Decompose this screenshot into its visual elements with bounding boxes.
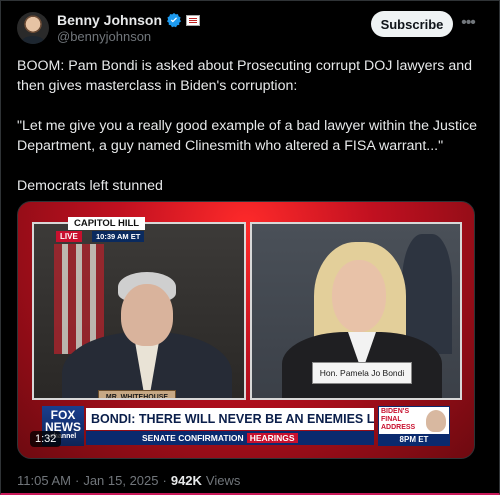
tweet-time[interactable]: 11:05 AM [17, 473, 71, 488]
views-count: 942K [170, 473, 202, 488]
promo-box: BIDEN'S FINAL ADDRESS 8PM ET [378, 406, 450, 446]
video-duration: 1:32 [30, 431, 62, 447]
promo-title: BIDEN'S FINAL ADDRESS [381, 408, 416, 431]
video-panel-right: Hon. Pamela Jo Bondi [250, 222, 462, 400]
video-panel-left: MR. WHITEHOUSE [32, 222, 246, 400]
verified-badge-icon[interactable] [166, 12, 182, 28]
author-row: Benny Johnson [57, 11, 201, 29]
more-icon[interactable]: ••• [459, 14, 477, 32]
lower-third: FOX NEWS channel BONDI: THERE WILL NEVER… [42, 406, 450, 446]
tweet-paragraph: BOOM: Pam Bondi is asked about Prosecuti… [17, 58, 472, 94]
time-badge: 10:39 AM ET [92, 231, 145, 242]
meta-separator: · [162, 473, 167, 488]
tweet-text: BOOM: Pam Bondi is asked about Prosecuti… [17, 56, 485, 216]
meta-separator: · [74, 473, 80, 488]
nameplate-left: MR. WHITEHOUSE [98, 390, 176, 398]
tweet-date[interactable]: Jan 15, 2025 [83, 473, 158, 488]
flag-badge-icon[interactable] [186, 14, 201, 26]
author-name[interactable]: Benny Johnson [57, 12, 162, 28]
tweet-paragraph: "Let me give you a really good example o… [17, 118, 478, 154]
views-label: Views [205, 473, 241, 488]
nameplate-right: Hon. Pamela Jo Bondi [312, 362, 412, 384]
tweet-paragraph: Democrats left stunned [17, 178, 163, 194]
headline-bar: BONDI: THERE WILL NEVER BE AN ENEMIES LI… [86, 408, 374, 430]
subheadline-bar: SENATE CONFIRMATION HEARINGS [86, 431, 374, 445]
promo-time: 8PM ET [379, 434, 449, 445]
location-tag: CAPITOL HILL LIVE 10:39 AM ET [42, 215, 152, 243]
avatar[interactable] [17, 12, 49, 44]
author-handle[interactable]: @bennyjohnson [57, 29, 151, 44]
video-player[interactable]: MR. WHITEHOUSE Hon. Pamela Jo Bondi CAPI… [17, 201, 475, 459]
tweet-card: Benny Johnson @bennyjohnson Subscribe ••… [0, 0, 500, 495]
tweet-meta: 11:05 AM · Jan 15, 2025 · 942K Views [17, 473, 240, 488]
live-badge: LIVE [56, 231, 82, 242]
location-name: CAPITOL HILL [68, 217, 146, 230]
subheadline-highlight: HEARINGS [246, 433, 298, 443]
subheadline-prefix: SENATE CONFIRMATION [142, 433, 244, 443]
subscribe-button[interactable]: Subscribe [371, 11, 453, 37]
promo-face [426, 410, 446, 432]
